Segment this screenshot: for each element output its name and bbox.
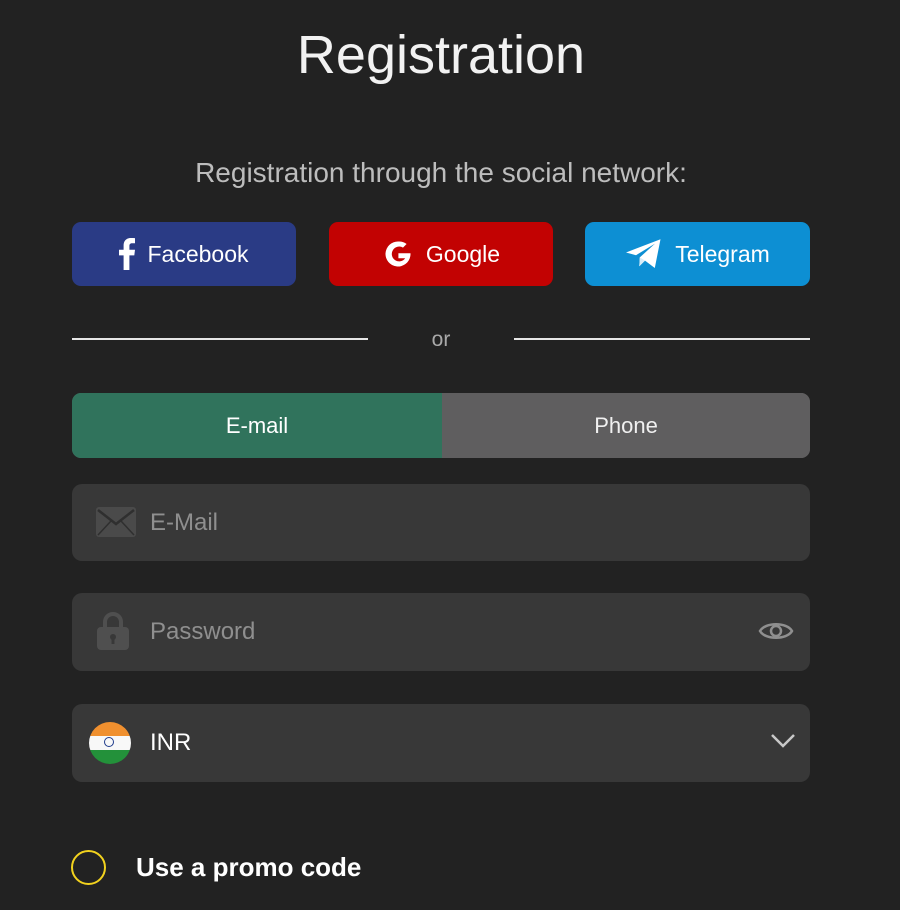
google-button-label: Google [425,240,501,267]
registration-method-tabs: E-mail Phone [72,393,810,458]
telegram-button[interactable]: Telegram [585,222,810,286]
email-input[interactable] [150,484,730,561]
password-input[interactable] [150,593,730,671]
currency-select[interactable]: INR [72,704,810,782]
promo-code-option[interactable]: Use a promo code [71,848,361,886]
telegram-button-label: Telegram [675,240,770,267]
password-field [72,593,810,671]
facebook-button-label: Facebook [147,240,249,267]
facebook-button[interactable]: Facebook [72,222,296,286]
facebook-icon [119,238,136,270]
social-registration-caption: Registration through the social network: [195,157,687,188]
india-flag-icon [89,722,131,764]
registration-page: Registration Registration through the so… [0,0,900,910]
chevron-down-icon [771,734,795,748]
tab-email[interactable]: E-mail [72,393,442,458]
divider-line-right [514,338,810,340]
currency-value: INR [150,729,192,756]
email-field [72,484,810,561]
promo-code-label: Use a promo code [136,851,362,882]
google-icon [385,241,411,267]
or-separator: or [431,328,451,351]
promo-code-radio[interactable] [71,849,106,885]
divider-line-left [72,338,368,340]
envelope-icon [96,507,136,537]
social-buttons-row: Facebook Google Telegram [72,222,810,286]
eye-icon[interactable] [758,617,794,645]
telegram-icon [626,239,661,268]
page-title: Registration [296,25,586,85]
lock-icon [97,612,129,650]
tab-phone[interactable]: Phone [442,393,810,458]
google-button[interactable]: Google [329,222,553,286]
